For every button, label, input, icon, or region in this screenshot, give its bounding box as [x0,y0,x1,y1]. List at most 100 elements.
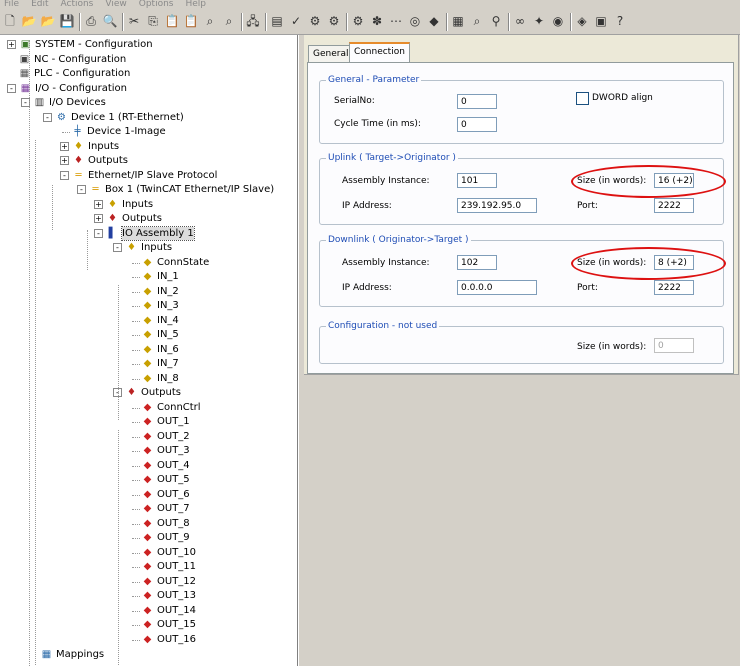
free-run-icon[interactable]: ✽ [369,14,385,29]
target-icon[interactable]: ◎ [407,14,423,29]
book-icon[interactable]: ◈ [574,14,590,29]
tree-node[interactable]: ◆ OUT_7 [141,502,190,515]
add-var-icon[interactable]: ✦ [531,14,547,29]
tree-node[interactable]: + ♦ Inputs [94,198,153,211]
find-next-icon[interactable]: ⌕ [221,14,237,29]
zoom-icon[interactable]: ⌕ [469,14,485,29]
run-mode-icon[interactable]: ⚙ [350,14,366,29]
tree-node[interactable]: + ♦ Outputs [94,212,162,225]
collapse-icon[interactable]: - [43,112,52,122]
paste-special-icon[interactable]: 📋 [183,14,199,29]
open-icon[interactable]: 📂 [21,14,37,29]
network-icon[interactable]: 🖧 [245,14,261,29]
tree-node[interactable]: ◆ OUT_14 [141,604,196,617]
tree-node[interactable]: ◆ IN_8 [141,372,179,385]
tree-node[interactable]: - ═ Box 1 (TwinCAT Ethernet/IP Slave) [77,183,274,196]
help-book-icon[interactable]: ▣ [593,14,609,29]
tree-node[interactable]: ◆ ConnCtrl [141,401,201,414]
tree-node[interactable]: ◆ OUT_6 [141,488,190,501]
tree-node[interactable]: - ▦ I/O - Configuration [7,82,127,95]
tree-node[interactable]: ◆ IN_4 [141,314,179,327]
tree-node[interactable]: ▦ PLC - Configuration [18,67,131,80]
menu-help[interactable]: Help [185,0,206,9]
expand-icon[interactable]: + [94,214,103,223]
tree-node[interactable]: ◆ OUT_9 [141,531,190,544]
tree-node[interactable]: - ♦ Inputs [113,241,172,254]
activate-icon[interactable]: ⚙ [307,14,323,29]
downlink-ip-field[interactable]: 0.0.0.0 [457,280,537,295]
tree-node[interactable]: ◆ OUT_10 [141,546,196,559]
build-icon[interactable]: ▤ [269,14,285,29]
uplink-port-field[interactable]: 2222 [654,198,694,213]
tree-node-mappings[interactable]: ▦ Mappings [40,648,104,661]
tree-node[interactable]: ◆ OUT_16 [141,633,196,646]
expand-icon[interactable]: + [7,40,16,49]
scan-icon[interactable]: ⋯ [388,14,404,29]
tree-node[interactable]: + ♦ Outputs [60,154,128,167]
collapse-icon[interactable]: - [60,170,69,180]
tree-node[interactable]: ◆ OUT_2 [141,430,190,443]
tree-node[interactable]: ◆ OUT_3 [141,444,190,457]
tab-connection[interactable]: Connection [349,42,410,63]
tree-node[interactable]: ◆ OUT_13 [141,589,196,602]
tab-general[interactable]: General [308,45,354,62]
downlink-port-field[interactable]: 2222 [654,280,694,295]
config-size-field[interactable]: 0 [654,338,694,353]
print-preview-icon[interactable]: 🔍 [102,14,118,29]
tree-node[interactable]: ◆ IN_7 [141,357,179,370]
tree-node[interactable]: ◆ OUT_1 [141,415,190,428]
tree-node[interactable]: ◆ IN_1 [141,270,179,283]
paste-icon[interactable]: 📋 [164,14,180,29]
tree-node[interactable]: ◆ OUT_8 [141,517,190,530]
downlink-assembly-field[interactable]: 102 [457,255,497,270]
toggle-icon[interactable]: ◉ [550,14,566,29]
tree-node[interactable]: ◆ ConnState [141,256,210,269]
tree-node[interactable]: - ═ Ethernet/IP Slave Protocol [60,169,217,182]
menu-view[interactable]: View [105,0,126,9]
print-icon[interactable]: ⎙ [83,14,99,29]
tree-node[interactable]: ◆ OUT_5 [141,473,190,486]
config-mode-icon[interactable]: ⚙ [326,14,342,29]
uplink-assembly-field[interactable]: 101 [457,173,497,188]
expand-icon[interactable]: + [94,199,103,209]
dword-align-checkbox[interactable] [576,92,589,105]
tree-node[interactable]: + ♦ Inputs [60,140,119,153]
search-device-icon[interactable]: ⚲ [488,14,504,29]
open-folder-icon[interactable]: 📂 [40,14,56,29]
help-icon[interactable]: ? [612,14,628,29]
find-icon[interactable]: ⌕ [202,14,218,29]
tree-node[interactable]: ◆ IN_2 [141,285,179,298]
menu-options[interactable]: Options [139,0,174,9]
tree-node[interactable]: ╪ Device 1-Image [71,125,165,138]
new-icon[interactable]: 🗋 [2,14,18,29]
expand-icon[interactable]: + [60,141,69,151]
tree-view[interactable]: + ▣ SYSTEM - Configuration ▣ NC - Configurat… [0,35,298,666]
expand-icon[interactable]: + [60,156,69,165]
tree-node[interactable]: ◆ OUT_12 [141,575,196,588]
copy-icon[interactable]: ⎘ [145,14,161,29]
watch-icon[interactable]: ∞ [512,14,528,29]
collapse-icon[interactable]: - [7,83,16,93]
list-icon[interactable]: ▦ [450,14,466,29]
collapse-icon[interactable]: - [77,185,86,194]
tree-node[interactable]: ◆ IN_5 [141,328,179,341]
tree-node[interactable]: ◆ OUT_11 [141,560,196,573]
serial-no-field[interactable]: 0 [457,94,497,109]
tree-node[interactable]: - ▥ I/O Devices [21,96,106,109]
tree-node[interactable]: - ♦ Outputs [113,386,181,399]
cut-icon[interactable]: ✂ [126,14,142,29]
check-icon[interactable]: ✓ [288,14,304,29]
insert-icon[interactable]: ◆ [426,14,442,29]
tree-node[interactable]: - ▌ IO Assembly 1 [94,225,195,241]
collapse-icon[interactable]: - [94,228,103,238]
save-icon[interactable]: 💾 [59,14,75,29]
tree-node[interactable]: ◆ IN_3 [141,299,179,312]
collapse-icon[interactable]: - [113,243,122,252]
uplink-ip-field[interactable]: 239.192.95.0 [457,198,537,213]
cycle-time-field[interactable]: 0 [457,117,497,132]
menu-file[interactable]: File [4,0,19,9]
tree-node[interactable]: ◆ IN_6 [141,343,179,356]
tree-node[interactable]: ◆ OUT_15 [141,618,196,631]
tree-node[interactable]: ◆ OUT_4 [141,459,190,472]
tree-node[interactable]: - ⚙ Device 1 (RT-Ethernet) [43,111,184,124]
